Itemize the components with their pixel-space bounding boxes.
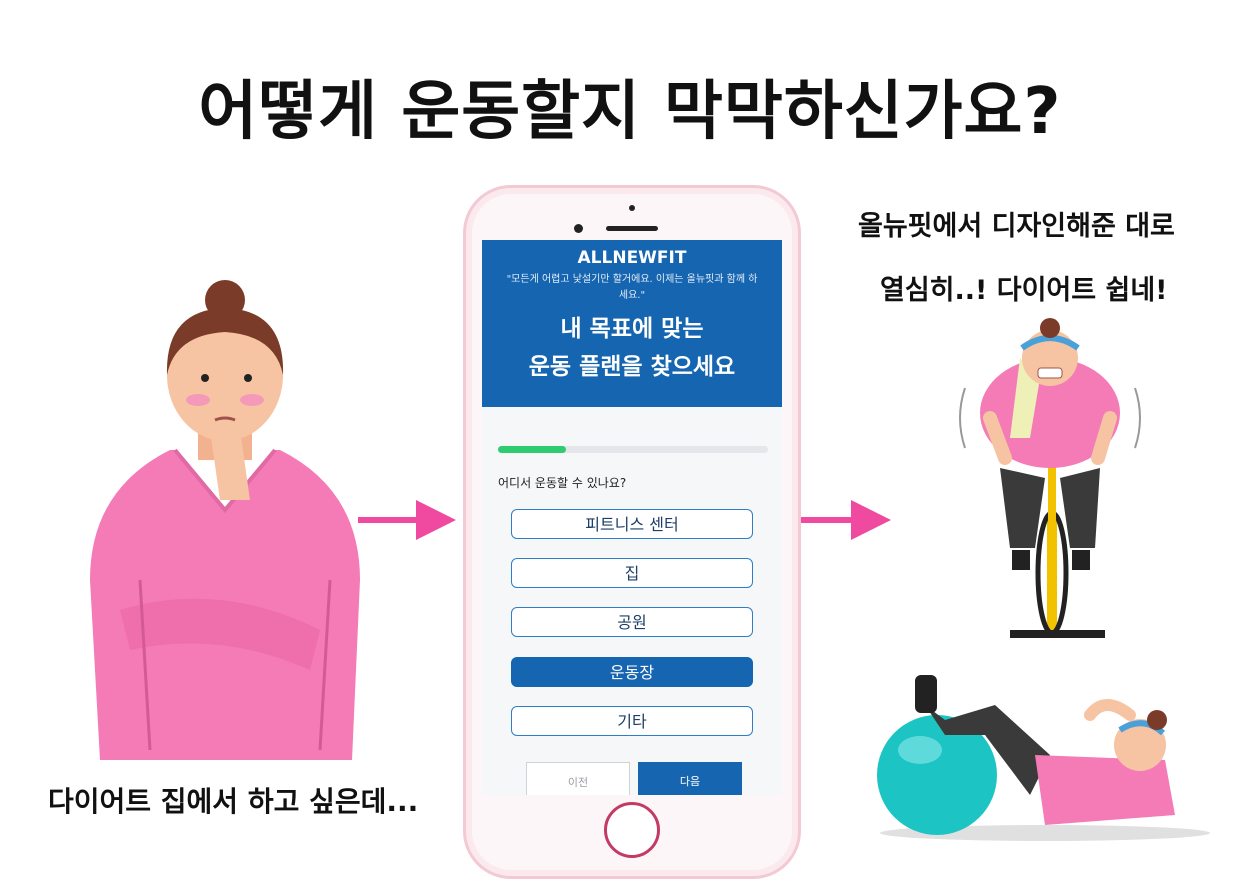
phone-mockup: ALLNEWFIT "모든게 어렵고 낯설기만 할거에요. 이제는 올뉴핏과 함… [463,185,801,879]
option-home[interactable]: 집 [511,558,753,588]
app-header-banner: ALLNEWFIT "모든게 어렵고 낯설기만 할거에요. 이제는 올뉴핏과 함… [482,240,782,407]
phone-camera [574,224,583,233]
next-button[interactable]: 다음 [638,762,742,795]
page-title: 어떻게 운동할지 막막하신가요? [198,75,1062,149]
left-caption: 다이어트 집에서 하고 싶은데... [48,785,419,818]
option-other[interactable]: 기타 [511,706,753,736]
phone-speaker [606,226,658,231]
progress-fill [498,446,566,453]
arrow-right-icon [358,500,456,540]
option-playground[interactable]: 운동장 [511,657,753,687]
exercise-ball-woman-illustration [877,675,1210,841]
phone-sensor [629,205,635,211]
home-button[interactable] [604,802,660,858]
progress-bar [498,446,768,453]
question-label: 어디서 운동할 수 있나요? [498,476,627,490]
app-title-line1: 내 목표에 맞는 [560,316,704,342]
app-title-line2: 운동 플랜을 찾으세요 [528,354,736,380]
option-park[interactable]: 공원 [511,607,753,637]
option-fitness-center[interactable]: 피트니스 센터 [511,509,753,539]
arrow-right-icon [793,500,891,540]
right-caption-line1: 올뉴핏에서 디자인해준 대로 [858,211,1175,242]
right-caption-line2: 열심히..! 다이어트 쉽네! [880,275,1168,306]
exercise-bike-woman-illustration [959,318,1141,638]
app-quote: "모든게 어렵고 낯설기만 할거에요. 이제는 올뉴핏과 함께 하세요." [506,274,758,301]
app-brand: ALLNEWFIT [577,248,687,268]
prev-button[interactable]: 이전 [526,762,630,795]
app-screen: ALLNEWFIT "모든게 어렵고 낯설기만 할거에요. 이제는 올뉴핏과 함… [482,240,782,795]
thinking-woman-illustration [90,280,360,760]
